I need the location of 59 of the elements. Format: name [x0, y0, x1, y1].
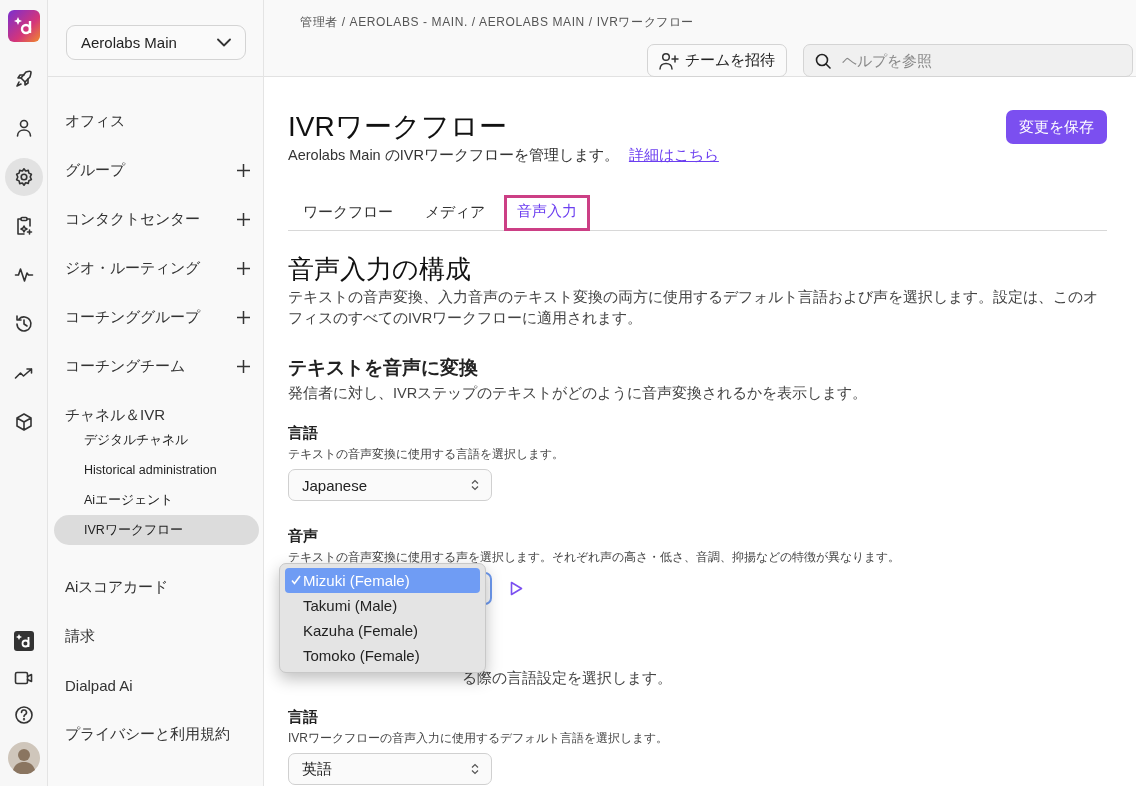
nav-subitem[interactable]: Historical administration: [54, 455, 259, 485]
up-down-caret-icon: [471, 479, 479, 491]
section-description: テキストの音声変換、入力音声のテキスト変換の両方に使用するデフォルト言語および声を選択します。設定は、このオフィスのすべてのIVRワークフローに適用されます。: [288, 288, 1099, 328]
search-field[interactable]: ヘルプを参照: [803, 44, 1133, 77]
plus-icon[interactable]: [237, 213, 250, 226]
app-logo-icon[interactable]: [7, 10, 40, 42]
up-down-caret-icon: [471, 763, 479, 775]
save-changes-button[interactable]: 変更を保存: [1006, 110, 1107, 144]
plus-icon[interactable]: [237, 164, 250, 177]
field-hint: テキストの音声変換に使用する言語を選択します。: [288, 446, 565, 463]
subsection-description: 発信者に対し、IVRステップのテキストがどのように音声変換されるかを表示します。: [288, 384, 869, 403]
tab[interactable]: 音声入力: [504, 195, 590, 231]
nav-item[interactable]: コーチングチーム: [65, 357, 185, 376]
language-dropdown[interactable]: Japanese: [288, 469, 492, 501]
nav-subitem[interactable]: デジタルチャネル: [54, 425, 259, 455]
breadcrumb: 管理者 / AEROLABS - MAIN. / AEROLABS MAIN / IVRワークフロー: [300, 14, 696, 31]
settings-icon[interactable]: [4, 158, 43, 196]
field-hint: IVRワークフローの音声入力に使用するデフォルト言語を選択します。: [288, 730, 669, 747]
invite-team-button[interactable]: チームを招待: [647, 44, 787, 77]
field-label: 音声: [288, 527, 319, 546]
nav-item[interactable]: プライバシーと利用規約: [65, 725, 230, 744]
section-title: 音声入力の構成: [288, 253, 472, 285]
menu-option[interactable]: Takumi (Male): [285, 593, 480, 618]
subsection-heading: テキストを音声に変換: [288, 356, 479, 380]
field-label: 言語: [288, 708, 319, 727]
chevron-down-icon: [217, 38, 231, 47]
page-subtitle: Aerolabs Main のIVRワークフローを管理します。: [288, 146, 619, 165]
app-logo-icon[interactable]: [13, 631, 34, 651]
learn-more-link[interactable]: 詳細はこちら: [628, 146, 719, 165]
nav-item[interactable]: ジオ・ルーティング: [65, 259, 200, 278]
search-icon: [815, 53, 831, 69]
play-icon[interactable]: [510, 581, 523, 596]
language-dropdown[interactable]: 英語: [288, 753, 492, 785]
avatar-icon[interactable]: [7, 742, 40, 774]
field-label: 言語: [288, 424, 319, 443]
nav-item[interactable]: 請求: [65, 627, 95, 646]
nav-item[interactable]: グループ: [65, 161, 125, 180]
page-title: IVRワークフロー: [288, 110, 507, 144]
plus-icon[interactable]: [237, 360, 250, 373]
office-dropdown[interactable]: Aerolabs Main: [66, 25, 246, 60]
nav-item[interactable]: オフィス: [65, 112, 125, 131]
plus-icon[interactable]: [237, 262, 250, 275]
tab[interactable]: ワークフロー: [290, 195, 406, 231]
nav-item[interactable]: Aiスコアカード: [65, 578, 169, 597]
nav-item[interactable]: チャネル＆IVR: [65, 406, 165, 425]
tab[interactable]: メディア: [412, 195, 498, 231]
plus-icon[interactable]: [237, 311, 250, 324]
nav-subitem[interactable]: Aiエージェント: [54, 485, 259, 515]
checkmark-icon: [291, 575, 301, 585]
nav-item[interactable]: コーチンググループ: [65, 308, 200, 327]
menu-option[interactable]: Tomoko (Female): [285, 643, 480, 668]
field-hint: テキストの音声変換に使用する声を選択します。それぞれ声の高さ・低さ、音調、抑揚などの特徴が異なります。: [288, 549, 901, 566]
nav-item[interactable]: Dialpad Ai: [65, 677, 133, 694]
help-icon[interactable]: [13, 705, 34, 725]
menu-option[interactable]: Kazuha (Female): [285, 618, 480, 643]
nav-subitem[interactable]: IVRワークフロー: [54, 515, 259, 545]
add-person-icon: [659, 51, 679, 70]
nav-item[interactable]: コンタクトセンター: [65, 210, 200, 229]
speech-to-text-description: る際の言語設定を選択します。: [462, 669, 673, 688]
